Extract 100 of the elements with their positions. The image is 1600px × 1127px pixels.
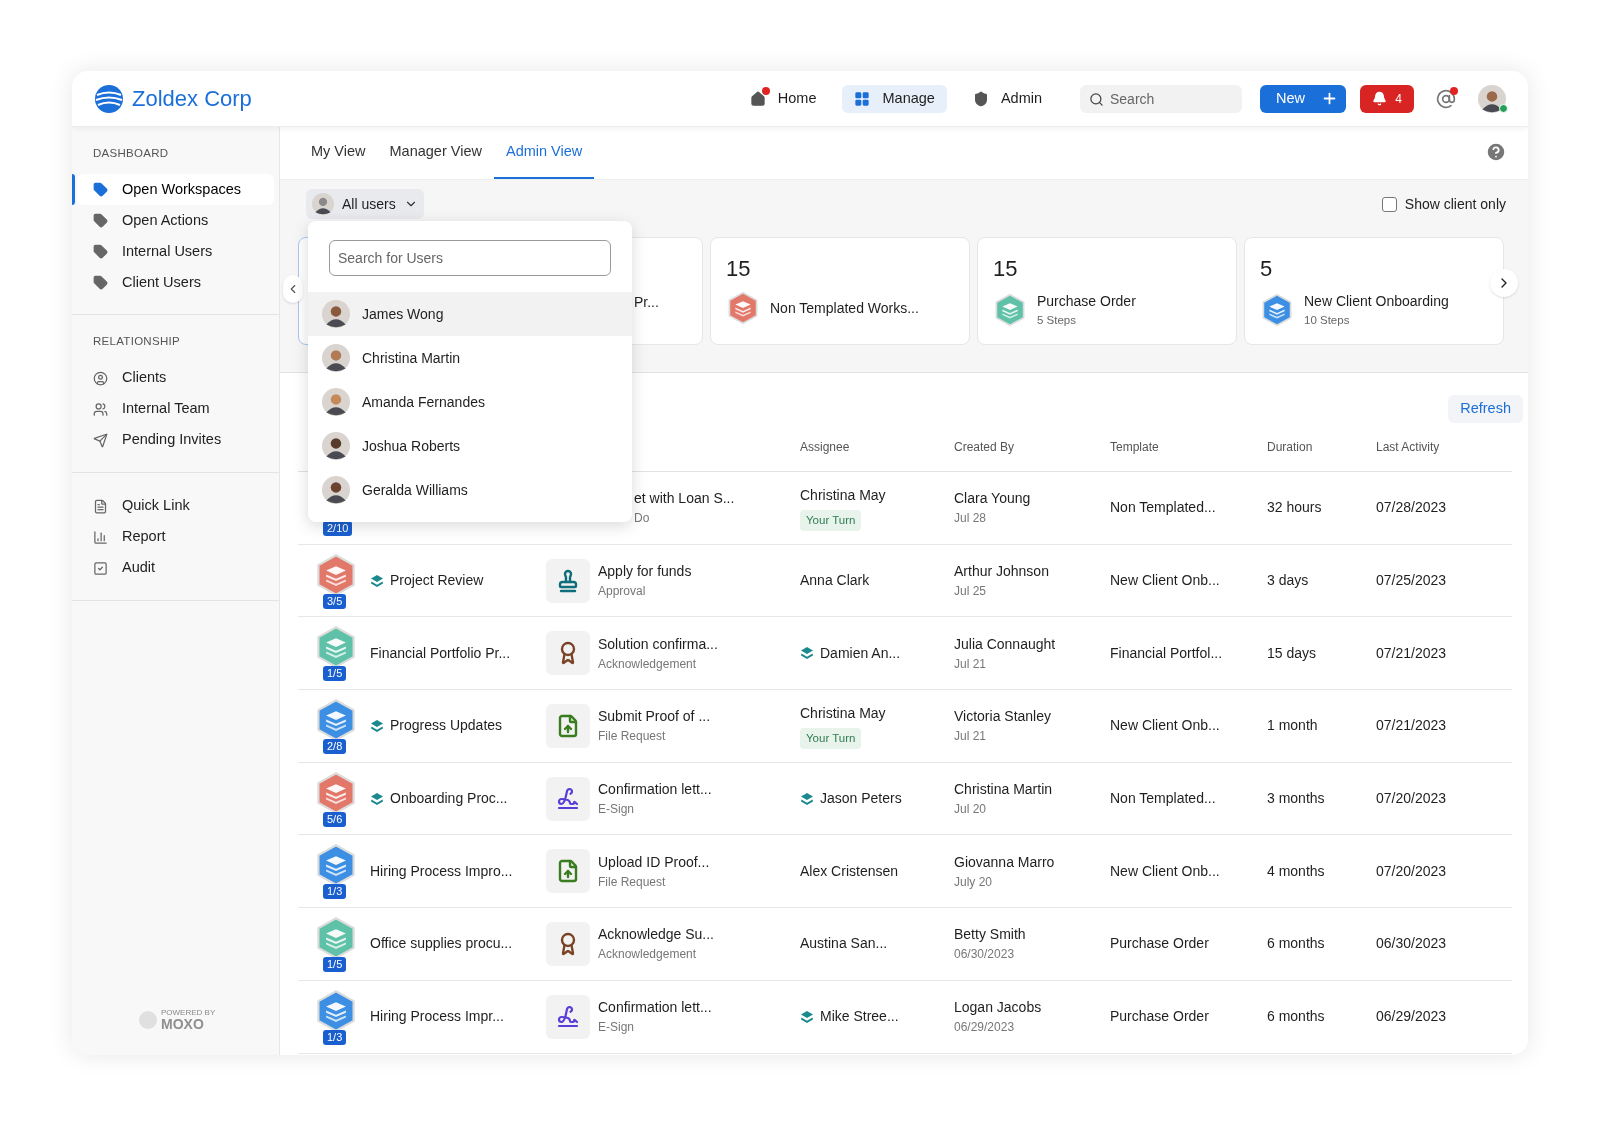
- progress-badge: 3/5: [323, 593, 347, 609]
- action-type: File Request: [598, 728, 667, 746]
- action-type: E-Sign: [598, 801, 636, 819]
- table-row[interactable]: 3/5 Project Review Apply for funds Approval Anna Clark Arthur Johnson Jul 25 New Client Onb... 3 days 07/25/2023: [298, 544, 1512, 618]
- template-name: Financial Portfol...: [1110, 644, 1223, 661]
- last-activity-date: 07/25/2023: [1376, 572, 1447, 589]
- creator-name: Victoria Stanley: [954, 707, 1052, 727]
- created-date: Jul 21: [954, 655, 988, 673]
- nav-tab[interactable]: Admin: [960, 84, 1054, 113]
- progress-badge: 1/5: [323, 666, 347, 682]
- action-type: Do: [634, 510, 651, 528]
- moxo-brand: MOXO: [161, 1017, 205, 1031]
- card-title: Pr...: [634, 292, 659, 312]
- notifications-button[interactable]: 4: [1360, 84, 1414, 113]
- sidebar-item[interactable]: Audit: [77, 552, 274, 584]
- column-header: Template: [1110, 440, 1159, 454]
- user-option[interactable]: Christina Martin: [308, 336, 632, 380]
- avatar: [1478, 84, 1506, 113]
- action-type: Acknowledgement: [598, 946, 698, 964]
- assignee-name: Damien An...: [820, 643, 901, 663]
- user-option[interactable]: Geralda Williams: [308, 468, 632, 512]
- refresh-button[interactable]: Refresh: [1448, 395, 1523, 423]
- sidebar-item[interactable]: Clients: [77, 362, 274, 394]
- sidebar-item[interactable]: Internal Team: [77, 393, 274, 425]
- checkbox-label: Show client only: [1404, 194, 1506, 214]
- scroll-right-button[interactable]: [1490, 269, 1518, 297]
- help-icon[interactable]: [1485, 141, 1507, 163]
- card-count: 15: [726, 255, 752, 283]
- user-option[interactable]: Amanda Fernandes: [308, 380, 632, 424]
- column-header: Duration: [1267, 440, 1313, 454]
- user-filter-button[interactable]: All users: [306, 189, 424, 219]
- layers-icon: [370, 573, 384, 588]
- table-row[interactable]: 1/5 Financial Portfolio Pr... Solution confirma... Acknowledgement Damien An... Julia Connaught Jul 21 Financial Portfol... 15 days 07/21/2023: [298, 617, 1512, 691]
- column-header: Assignee: [800, 440, 850, 454]
- sidebar-item[interactable]: Quick Link: [77, 490, 274, 522]
- hexagon-icon: [314, 770, 358, 815]
- sidebar-item[interactable]: Report: [77, 521, 274, 553]
- assignee-name: Christina May: [800, 703, 886, 723]
- column-header: Created By: [954, 440, 1015, 454]
- table-row[interactable]: 1/3 Hiring Process Impr... Confirmation lett... E-Sign Mike Stree... Logan Jacobs 06/29/2023 Purchase Order 6 months 06/29/2023: [298, 980, 1512, 1054]
- hexagon-icon: [993, 293, 1027, 328]
- last-activity-date: 07/28/2023: [1376, 499, 1447, 516]
- workspace-card[interactable]: 5 New Client Onboarding 10 Steps: [1244, 237, 1504, 345]
- creator-name: Christina Martin: [954, 780, 1054, 800]
- checkbox[interactable]: [1381, 196, 1397, 212]
- avatar: [322, 388, 350, 416]
- view-tab[interactable]: My View: [299, 127, 378, 179]
- assignee-name: Mike Stree...: [820, 1007, 899, 1027]
- workspace-card[interactable]: 15 Non Templated Works...: [710, 237, 970, 345]
- your-turn-tag: Your Turn: [800, 509, 862, 531]
- scroll-left-button[interactable]: [283, 275, 303, 303]
- template-name: Purchase Order: [1110, 1008, 1209, 1025]
- progress-badge: 5/6: [323, 811, 347, 827]
- tag-icon: [93, 182, 108, 198]
- action-title: Apply for funds: [598, 562, 692, 582]
- nav-tab[interactable]: Home: [737, 84, 829, 113]
- avatar: [322, 432, 350, 460]
- creator-name: Giovanna Marro: [954, 852, 1056, 872]
- tag-icon: [93, 244, 108, 260]
- creator-name: Clara Young: [954, 489, 1032, 509]
- sidebar-item[interactable]: Internal Users: [77, 236, 274, 268]
- new-button[interactable]: New: [1260, 84, 1346, 113]
- duration: 15 days: [1267, 644, 1317, 661]
- table-row[interactable]: 2/8 Progress Updates Submit Proof of ... File Request Christina May Your Turn Victoria Stanley Jul 21 New Client Onb... 1 month 07/21/2023: [298, 690, 1512, 763]
- action-title: Acknowledge Su...: [598, 925, 714, 945]
- workspace-name: Financial Portfolio Pr...: [370, 643, 511, 663]
- assignee-name: Anna Clark: [800, 571, 870, 591]
- mention-icon[interactable]: [1436, 88, 1456, 109]
- creator-name: Arthur Johnson: [954, 562, 1050, 582]
- user-option[interactable]: Joshua Roberts: [308, 424, 632, 468]
- sidebar-item[interactable]: Pending Invites: [77, 424, 274, 456]
- sidebar-item[interactable]: Client Users: [77, 267, 274, 299]
- signature-icon: [556, 1004, 580, 1029]
- section-title: RELATIONSHIP: [92, 334, 181, 350]
- creator-name: Betty Smith: [954, 925, 1027, 945]
- action-type: Acknowledgement: [598, 655, 698, 673]
- card-title: Non Templated Works...: [770, 298, 919, 318]
- card-steps: 10 Steps: [1304, 312, 1449, 330]
- avatar: [312, 193, 334, 215]
- created-date: July 20: [954, 873, 994, 891]
- table-row[interactable]: 5/6 Onboarding Proc... Confirmation lett... E-Sign Jason Peters Christina Martin Jul 20 Non Templated... 3 months 07/20/2023: [298, 762, 1512, 836]
- last-activity-date: 06/29/2023: [1376, 1008, 1447, 1025]
- view-tab[interactable]: Manager View: [377, 127, 494, 179]
- table-row[interactable]: 1/3 Hiring Process Impro... Upload ID Proof... File Request Alex Cristensen Giovanna Marro July 20 New Client Onb... 4 months 07/20/2023: [298, 835, 1512, 909]
- duration: 6 months: [1267, 935, 1325, 952]
- sidebar-item[interactable]: Open Actions: [77, 205, 274, 237]
- table-row[interactable]: 1/5 Office supplies procu... Acknowledge Su... Acknowledgement Austina San... Betty Smith 06/30/2023 Purchase Order 6 months 06/30/2023: [298, 908, 1512, 981]
- last-activity-date: 07/20/2023: [1376, 790, 1447, 807]
- avatar: [322, 476, 350, 504]
- paper-plane-icon: [93, 432, 108, 448]
- user-search-field[interactable]: Search for Users: [329, 240, 611, 276]
- progress-badge: 1/5: [323, 956, 347, 972]
- search-field[interactable]: Search: [1080, 84, 1242, 113]
- action-title: Confirmation lett...: [598, 780, 712, 800]
- layers-icon: [800, 646, 814, 661]
- workspace-card[interactable]: 15 Purchase Order 5 Steps: [977, 237, 1237, 345]
- brand-name: Zoldex Corp: [132, 85, 252, 113]
- checkbox-icon: [93, 560, 108, 576]
- user-option[interactable]: James Wong: [308, 292, 632, 336]
- nav-tab[interactable]: Manage: [842, 84, 947, 113]
